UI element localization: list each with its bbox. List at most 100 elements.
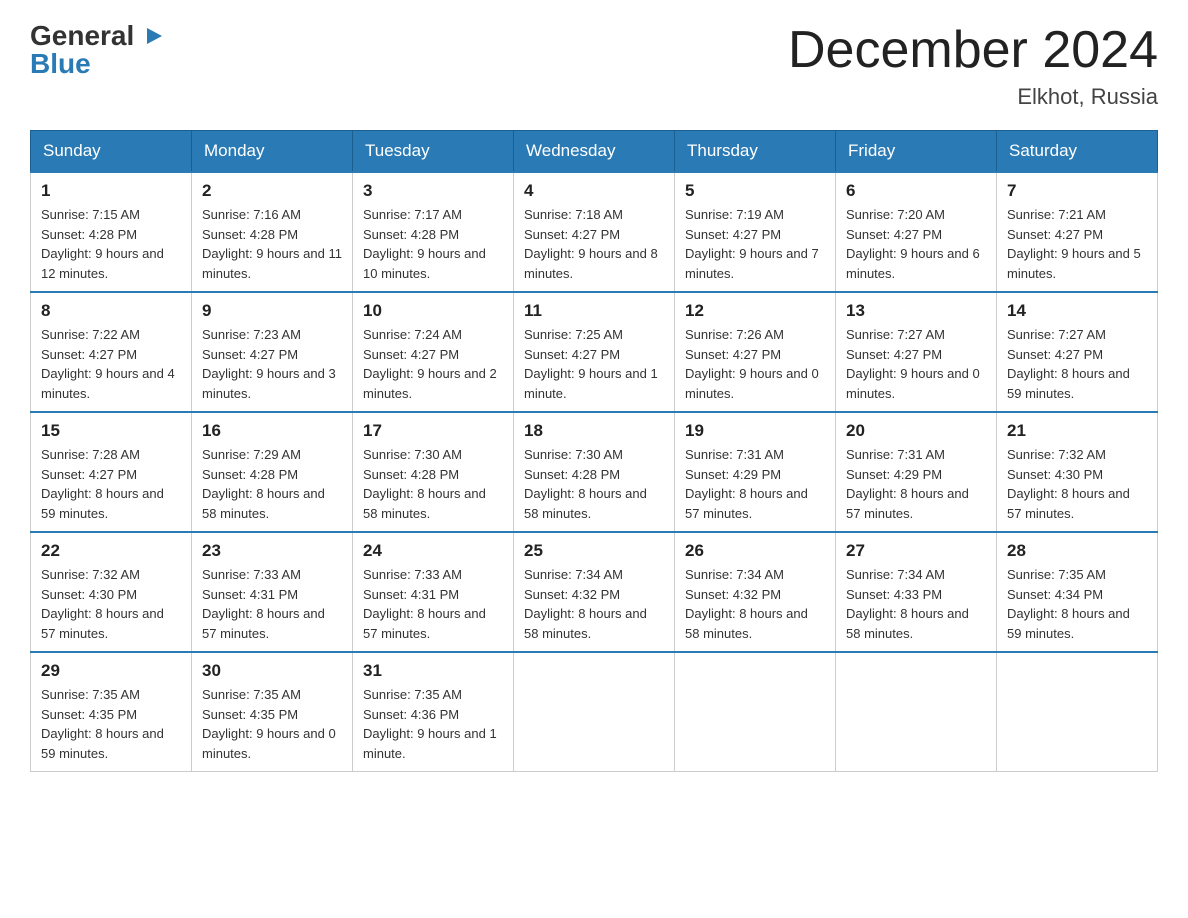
- day-info: Sunrise: 7:30 AMSunset: 4:28 PMDaylight:…: [524, 445, 664, 523]
- calendar-cell: 6 Sunrise: 7:20 AMSunset: 4:27 PMDayligh…: [836, 172, 997, 292]
- calendar-cell: 30 Sunrise: 7:35 AMSunset: 4:35 PMDaylig…: [192, 652, 353, 772]
- calendar-cell: 3 Sunrise: 7:17 AMSunset: 4:28 PMDayligh…: [353, 172, 514, 292]
- day-number: 13: [846, 301, 986, 321]
- day-number: 15: [41, 421, 181, 441]
- calendar-cell: 2 Sunrise: 7:16 AMSunset: 4:28 PMDayligh…: [192, 172, 353, 292]
- calendar-cell: 17 Sunrise: 7:30 AMSunset: 4:28 PMDaylig…: [353, 412, 514, 532]
- day-info: Sunrise: 7:33 AMSunset: 4:31 PMDaylight:…: [363, 565, 503, 643]
- day-info: Sunrise: 7:34 AMSunset: 4:33 PMDaylight:…: [846, 565, 986, 643]
- calendar-week-1: 1 Sunrise: 7:15 AMSunset: 4:28 PMDayligh…: [31, 172, 1158, 292]
- day-number: 5: [685, 181, 825, 201]
- calendar-cell: 9 Sunrise: 7:23 AMSunset: 4:27 PMDayligh…: [192, 292, 353, 412]
- day-number: 1: [41, 181, 181, 201]
- day-info: Sunrise: 7:20 AMSunset: 4:27 PMDaylight:…: [846, 205, 986, 283]
- calendar-cell: 10 Sunrise: 7:24 AMSunset: 4:27 PMDaylig…: [353, 292, 514, 412]
- calendar-cell: 15 Sunrise: 7:28 AMSunset: 4:27 PMDaylig…: [31, 412, 192, 532]
- calendar-cell: 8 Sunrise: 7:22 AMSunset: 4:27 PMDayligh…: [31, 292, 192, 412]
- day-number: 21: [1007, 421, 1147, 441]
- calendar-cell: 13 Sunrise: 7:27 AMSunset: 4:27 PMDaylig…: [836, 292, 997, 412]
- day-number: 30: [202, 661, 342, 681]
- day-number: 3: [363, 181, 503, 201]
- day-info: Sunrise: 7:29 AMSunset: 4:28 PMDaylight:…: [202, 445, 342, 523]
- calendar-cell: 1 Sunrise: 7:15 AMSunset: 4:28 PMDayligh…: [31, 172, 192, 292]
- day-number: 28: [1007, 541, 1147, 561]
- day-info: Sunrise: 7:35 AMSunset: 4:34 PMDaylight:…: [1007, 565, 1147, 643]
- day-info: Sunrise: 7:27 AMSunset: 4:27 PMDaylight:…: [1007, 325, 1147, 403]
- day-number: 8: [41, 301, 181, 321]
- day-info: Sunrise: 7:15 AMSunset: 4:28 PMDaylight:…: [41, 205, 181, 283]
- day-number: 20: [846, 421, 986, 441]
- page-title: December 2024: [788, 20, 1158, 80]
- day-number: 14: [1007, 301, 1147, 321]
- day-info: Sunrise: 7:33 AMSunset: 4:31 PMDaylight:…: [202, 565, 342, 643]
- calendar-cell: 20 Sunrise: 7:31 AMSunset: 4:29 PMDaylig…: [836, 412, 997, 532]
- day-number: 17: [363, 421, 503, 441]
- day-info: Sunrise: 7:23 AMSunset: 4:27 PMDaylight:…: [202, 325, 342, 403]
- weekday-header-saturday: Saturday: [997, 131, 1158, 173]
- logo-flag-icon: [144, 25, 166, 47]
- calendar-week-4: 22 Sunrise: 7:32 AMSunset: 4:30 PMDaylig…: [31, 532, 1158, 652]
- day-info: Sunrise: 7:35 AMSunset: 4:35 PMDaylight:…: [202, 685, 342, 763]
- day-info: Sunrise: 7:18 AMSunset: 4:27 PMDaylight:…: [524, 205, 664, 283]
- day-info: Sunrise: 7:35 AMSunset: 4:35 PMDaylight:…: [41, 685, 181, 763]
- day-number: 2: [202, 181, 342, 201]
- calendar-cell: 4 Sunrise: 7:18 AMSunset: 4:27 PMDayligh…: [514, 172, 675, 292]
- calendar-cell: 22 Sunrise: 7:32 AMSunset: 4:30 PMDaylig…: [31, 532, 192, 652]
- day-number: 26: [685, 541, 825, 561]
- calendar-cell: 21 Sunrise: 7:32 AMSunset: 4:30 PMDaylig…: [997, 412, 1158, 532]
- day-number: 7: [1007, 181, 1147, 201]
- weekday-header-row: SundayMondayTuesdayWednesdayThursdayFrid…: [31, 131, 1158, 173]
- day-info: Sunrise: 7:34 AMSunset: 4:32 PMDaylight:…: [524, 565, 664, 643]
- day-number: 10: [363, 301, 503, 321]
- day-info: Sunrise: 7:21 AMSunset: 4:27 PMDaylight:…: [1007, 205, 1147, 283]
- day-info: Sunrise: 7:27 AMSunset: 4:27 PMDaylight:…: [846, 325, 986, 403]
- weekday-header-tuesday: Tuesday: [353, 131, 514, 173]
- day-info: Sunrise: 7:26 AMSunset: 4:27 PMDaylight:…: [685, 325, 825, 403]
- day-number: 18: [524, 421, 664, 441]
- day-number: 29: [41, 661, 181, 681]
- calendar-cell: 7 Sunrise: 7:21 AMSunset: 4:27 PMDayligh…: [997, 172, 1158, 292]
- weekday-header-sunday: Sunday: [31, 131, 192, 173]
- day-info: Sunrise: 7:19 AMSunset: 4:27 PMDaylight:…: [685, 205, 825, 283]
- calendar-cell: 29 Sunrise: 7:35 AMSunset: 4:35 PMDaylig…: [31, 652, 192, 772]
- day-info: Sunrise: 7:22 AMSunset: 4:27 PMDaylight:…: [41, 325, 181, 403]
- calendar-cell: 31 Sunrise: 7:35 AMSunset: 4:36 PMDaylig…: [353, 652, 514, 772]
- day-info: Sunrise: 7:28 AMSunset: 4:27 PMDaylight:…: [41, 445, 181, 523]
- day-number: 6: [846, 181, 986, 201]
- day-number: 23: [202, 541, 342, 561]
- day-number: 24: [363, 541, 503, 561]
- calendar-cell: [675, 652, 836, 772]
- calendar-cell: 16 Sunrise: 7:29 AMSunset: 4:28 PMDaylig…: [192, 412, 353, 532]
- calendar-cell: 11 Sunrise: 7:25 AMSunset: 4:27 PMDaylig…: [514, 292, 675, 412]
- day-info: Sunrise: 7:25 AMSunset: 4:27 PMDaylight:…: [524, 325, 664, 403]
- calendar-cell: 24 Sunrise: 7:33 AMSunset: 4:31 PMDaylig…: [353, 532, 514, 652]
- calendar-cell: 25 Sunrise: 7:34 AMSunset: 4:32 PMDaylig…: [514, 532, 675, 652]
- calendar-week-5: 29 Sunrise: 7:35 AMSunset: 4:35 PMDaylig…: [31, 652, 1158, 772]
- calendar-cell: 18 Sunrise: 7:30 AMSunset: 4:28 PMDaylig…: [514, 412, 675, 532]
- day-number: 11: [524, 301, 664, 321]
- calendar-cell: 23 Sunrise: 7:33 AMSunset: 4:31 PMDaylig…: [192, 532, 353, 652]
- day-info: Sunrise: 7:32 AMSunset: 4:30 PMDaylight:…: [1007, 445, 1147, 523]
- calendar-cell: [514, 652, 675, 772]
- day-number: 4: [524, 181, 664, 201]
- calendar-table: SundayMondayTuesdayWednesdayThursdayFrid…: [30, 130, 1158, 772]
- calendar-cell: 5 Sunrise: 7:19 AMSunset: 4:27 PMDayligh…: [675, 172, 836, 292]
- calendar-cell: [997, 652, 1158, 772]
- day-info: Sunrise: 7:24 AMSunset: 4:27 PMDaylight:…: [363, 325, 503, 403]
- page-subtitle: Elkhot, Russia: [788, 84, 1158, 110]
- day-number: 16: [202, 421, 342, 441]
- day-info: Sunrise: 7:30 AMSunset: 4:28 PMDaylight:…: [363, 445, 503, 523]
- calendar-cell: 19 Sunrise: 7:31 AMSunset: 4:29 PMDaylig…: [675, 412, 836, 532]
- weekday-header-monday: Monday: [192, 131, 353, 173]
- calendar-week-3: 15 Sunrise: 7:28 AMSunset: 4:27 PMDaylig…: [31, 412, 1158, 532]
- weekday-header-friday: Friday: [836, 131, 997, 173]
- day-info: Sunrise: 7:34 AMSunset: 4:32 PMDaylight:…: [685, 565, 825, 643]
- day-info: Sunrise: 7:32 AMSunset: 4:30 PMDaylight:…: [41, 565, 181, 643]
- calendar-cell: 14 Sunrise: 7:27 AMSunset: 4:27 PMDaylig…: [997, 292, 1158, 412]
- calendar-header: SundayMondayTuesdayWednesdayThursdayFrid…: [31, 131, 1158, 173]
- day-info: Sunrise: 7:31 AMSunset: 4:29 PMDaylight:…: [685, 445, 825, 523]
- day-number: 31: [363, 661, 503, 681]
- calendar-cell: 12 Sunrise: 7:26 AMSunset: 4:27 PMDaylig…: [675, 292, 836, 412]
- day-number: 9: [202, 301, 342, 321]
- day-number: 19: [685, 421, 825, 441]
